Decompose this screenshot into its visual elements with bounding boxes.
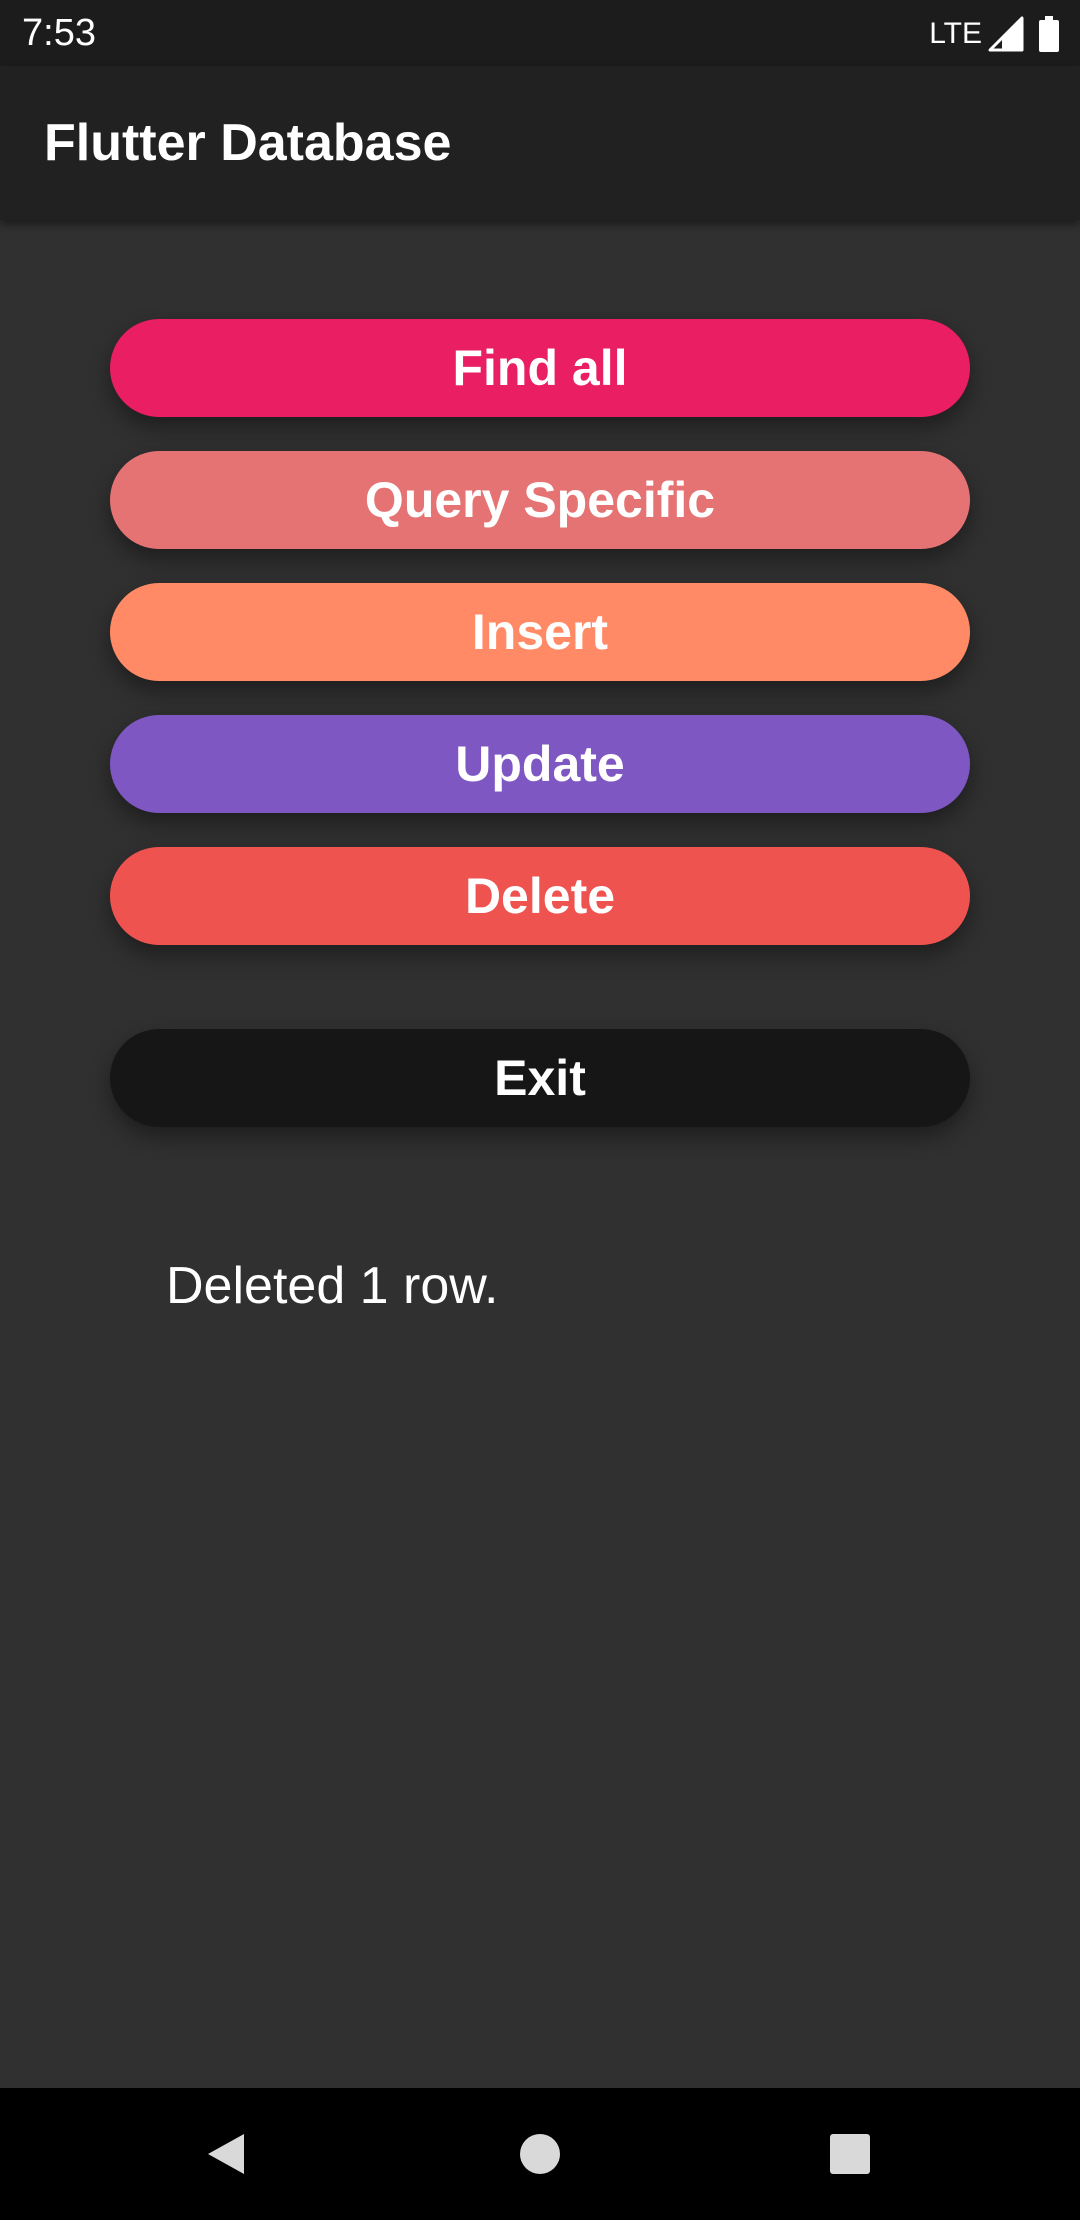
- status-bar: 7:53 LTE: [0, 0, 1080, 66]
- insert-button[interactable]: Insert: [110, 583, 970, 681]
- nav-back-button[interactable]: [186, 2114, 266, 2194]
- recents-icon: [830, 2134, 870, 2174]
- status-time: 7:53: [22, 12, 96, 54]
- app-bar: Flutter Database: [0, 66, 1080, 220]
- app-screen: 7:53 LTE Flutter Database Find all Query…: [0, 0, 1080, 2220]
- result-message: Deleted 1 row.: [166, 1257, 499, 1315]
- navigation-bar: [0, 2088, 1080, 2220]
- back-icon: [208, 2134, 244, 2174]
- find-all-button[interactable]: Find all: [110, 319, 970, 417]
- update-button[interactable]: Update: [110, 715, 970, 813]
- delete-button[interactable]: Delete: [110, 847, 970, 945]
- query-specific-button[interactable]: Query Specific: [110, 451, 970, 549]
- status-indicators: LTE: [929, 14, 1060, 54]
- nav-home-button[interactable]: [500, 2114, 580, 2194]
- nav-recents-button[interactable]: [810, 2114, 890, 2194]
- home-icon: [520, 2134, 560, 2174]
- network-type: LTE: [929, 17, 982, 50]
- signal-icon: [988, 16, 1024, 52]
- battery-icon: [1039, 16, 1059, 52]
- exit-button[interactable]: Exit: [110, 1029, 970, 1127]
- app-title: Flutter Database: [44, 114, 452, 172]
